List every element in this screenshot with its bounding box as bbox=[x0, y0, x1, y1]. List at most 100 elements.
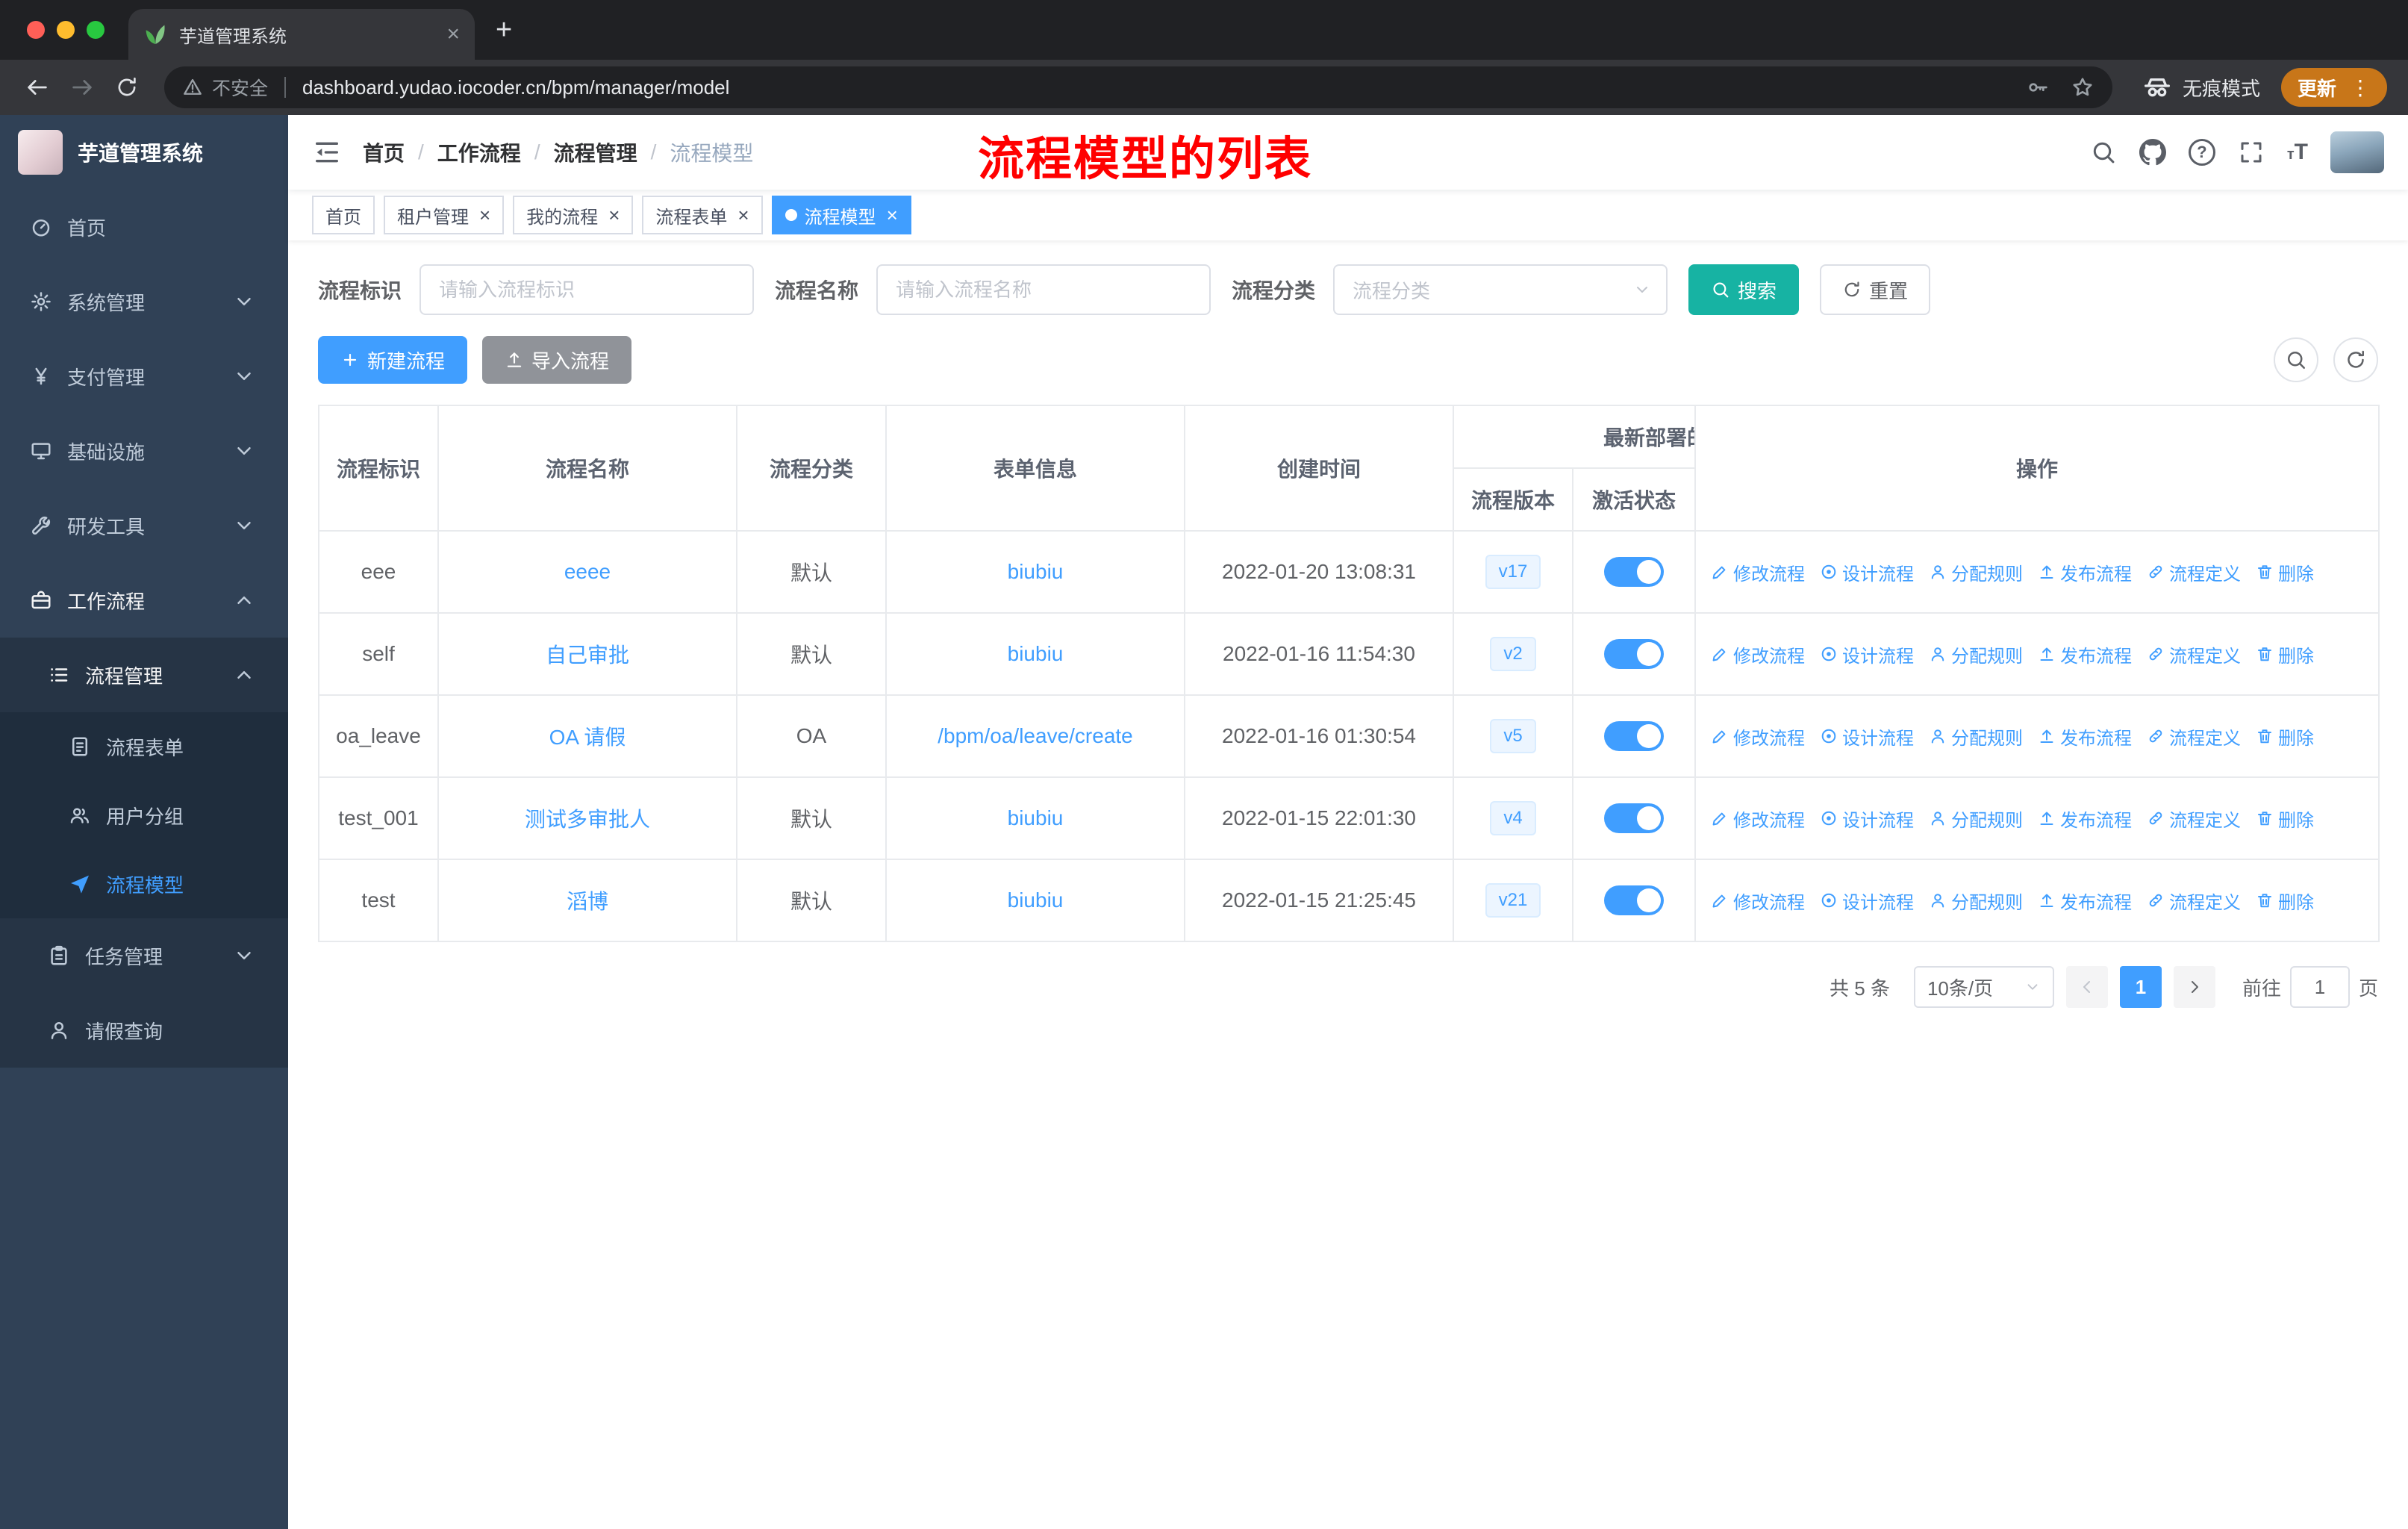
form-info-link[interactable]: biubiu bbox=[1008, 888, 1064, 912]
publish-link[interactable]: 发布流程 bbox=[2038, 806, 2132, 832]
tag-process-form[interactable]: 流程表单 × bbox=[642, 196, 763, 234]
definition-link[interactable]: 流程定义 bbox=[2147, 723, 2241, 750]
delete-link[interactable]: 删除 bbox=[2256, 723, 2314, 750]
assign-link[interactable]: 分配规则 bbox=[1929, 559, 2023, 585]
tag-tenant[interactable]: 租户管理 × bbox=[384, 196, 505, 234]
active-toggle[interactable] bbox=[1604, 803, 1664, 833]
page-size-select[interactable]: 10条/页 bbox=[1913, 966, 2054, 1008]
active-toggle[interactable] bbox=[1604, 721, 1664, 751]
font-size-icon[interactable]: тT bbox=[2287, 141, 2308, 164]
sidebar-item-task-mgmt[interactable]: 任务管理 bbox=[0, 918, 288, 993]
help-icon[interactable]: ? bbox=[2188, 139, 2215, 166]
goto-page-input[interactable] bbox=[2289, 966, 2350, 1008]
design-link[interactable]: 设计流程 bbox=[1820, 641, 1914, 667]
form-info-link[interactable]: biubiu bbox=[1008, 806, 1064, 829]
browser-menu-icon[interactable]: ⋮ bbox=[2350, 75, 2371, 100]
new-tab-button[interactable]: + bbox=[496, 16, 512, 44]
process-name-link[interactable]: 自己审批 bbox=[546, 644, 629, 667]
search-button[interactable]: 搜索 bbox=[1688, 264, 1800, 315]
sidebar-item-home[interactable]: 首页 bbox=[0, 190, 288, 264]
assign-link[interactable]: 分配规则 bbox=[1929, 641, 2023, 667]
tag-my-process[interactable]: 我的流程 × bbox=[513, 196, 634, 234]
next-page-button[interactable] bbox=[2173, 966, 2215, 1008]
sidebar-toggle-icon[interactable] bbox=[312, 137, 342, 167]
form-info-link[interactable]: biubiu bbox=[1008, 560, 1064, 583]
category-select[interactable]: 流程分类 bbox=[1333, 264, 1668, 315]
breadcrumb-item[interactable]: 首页 bbox=[363, 137, 405, 167]
assign-link[interactable]: 分配规则 bbox=[1929, 888, 2023, 914]
forward-button[interactable] bbox=[60, 65, 105, 110]
create-process-button[interactable]: 新建流程 bbox=[318, 336, 468, 384]
design-link[interactable]: 设计流程 bbox=[1820, 888, 1914, 914]
design-link[interactable]: 设计流程 bbox=[1820, 559, 1914, 585]
close-icon[interactable]: × bbox=[479, 205, 490, 225]
browser-tab[interactable]: 芋道管理系统 × bbox=[128, 9, 475, 60]
delete-link[interactable]: 删除 bbox=[2256, 559, 2314, 585]
delete-link[interactable]: 删除 bbox=[2256, 806, 2314, 832]
window-minimize-button[interactable] bbox=[57, 21, 75, 39]
window-close-button[interactable] bbox=[27, 21, 45, 39]
sidebar-item-infra[interactable]: 基础设施 bbox=[0, 414, 288, 488]
tag-home[interactable]: 首页 bbox=[312, 196, 375, 234]
sidebar-item-payment[interactable]: 支付管理 bbox=[0, 339, 288, 414]
user-avatar[interactable] bbox=[2330, 131, 2384, 173]
form-info-link[interactable]: biubiu bbox=[1008, 642, 1064, 665]
close-icon[interactable]: × bbox=[887, 205, 898, 225]
sidebar-item-devtools[interactable]: 研发工具 bbox=[0, 488, 288, 563]
breadcrumb-item[interactable]: 工作流程 bbox=[437, 137, 521, 167]
delete-link[interactable]: 删除 bbox=[2256, 888, 2314, 914]
prev-page-button[interactable] bbox=[2065, 966, 2108, 1008]
reload-button[interactable] bbox=[105, 65, 149, 110]
assign-link[interactable]: 分配规则 bbox=[1929, 723, 2023, 750]
process-name-input[interactable] bbox=[876, 264, 1211, 315]
tab-close-icon[interactable]: × bbox=[446, 23, 460, 46]
design-link[interactable]: 设计流程 bbox=[1820, 806, 1914, 832]
search-icon[interactable] bbox=[2090, 139, 2117, 166]
publish-link[interactable]: 发布流程 bbox=[2038, 888, 2132, 914]
active-toggle[interactable] bbox=[1604, 639, 1664, 669]
process-name-link[interactable]: 滔博 bbox=[567, 890, 608, 913]
back-button[interactable] bbox=[15, 65, 60, 110]
sidebar-item-leave-query[interactable]: 请假查询 bbox=[0, 993, 288, 1068]
page-1-button[interactable]: 1 bbox=[2119, 966, 2162, 1008]
sidebar-item-process-form[interactable]: 流程表单 bbox=[0, 712, 288, 781]
window-zoom-button[interactable] bbox=[87, 21, 105, 39]
import-process-button[interactable]: 导入流程 bbox=[482, 336, 632, 384]
sidebar-item-process-mgmt[interactable]: 流程管理 bbox=[0, 638, 288, 712]
process-name-link[interactable]: OA 请假 bbox=[549, 726, 626, 749]
sidebar-item-system[interactable]: 系统管理 bbox=[0, 264, 288, 339]
refresh-table-button[interactable] bbox=[2333, 337, 2378, 382]
process-key-input[interactable] bbox=[419, 264, 755, 315]
publish-link[interactable]: 发布流程 bbox=[2038, 641, 2132, 667]
github-icon[interactable] bbox=[2139, 139, 2166, 166]
app-logo[interactable]: 芋道管理系统 bbox=[0, 115, 288, 190]
definition-link[interactable]: 流程定义 bbox=[2147, 806, 2241, 832]
edit-link[interactable]: 修改流程 bbox=[1711, 723, 1805, 750]
definition-link[interactable]: 流程定义 bbox=[2147, 888, 2241, 914]
sidebar-item-workflow[interactable]: 工作流程 bbox=[0, 563, 288, 638]
edit-link[interactable]: 修改流程 bbox=[1711, 559, 1805, 585]
breadcrumb-item[interactable]: 流程管理 bbox=[554, 137, 637, 167]
address-bar[interactable]: 不安全 dashboard.yudao.iocoder.cn/bpm/manag… bbox=[164, 66, 2112, 108]
close-icon[interactable]: × bbox=[608, 205, 620, 225]
edit-link[interactable]: 修改流程 bbox=[1711, 888, 1805, 914]
active-toggle[interactable] bbox=[1604, 885, 1664, 915]
bookmark-star-icon[interactable] bbox=[2071, 75, 2094, 99]
definition-link[interactable]: 流程定义 bbox=[2147, 559, 2241, 585]
password-key-icon[interactable] bbox=[2026, 75, 2050, 99]
show-search-button[interactable] bbox=[2274, 337, 2318, 382]
process-name-link[interactable]: 测试多审批人 bbox=[525, 808, 650, 831]
sidebar-item-user-group[interactable]: 用户分组 bbox=[0, 781, 288, 850]
form-info-link[interactable]: /bpm/oa/leave/create bbox=[938, 724, 1133, 747]
assign-link[interactable]: 分配规则 bbox=[1929, 806, 2023, 832]
design-link[interactable]: 设计流程 bbox=[1820, 723, 1914, 750]
edit-link[interactable]: 修改流程 bbox=[1711, 641, 1805, 667]
update-button[interactable]: 更新 ⋮ bbox=[2280, 68, 2387, 107]
active-toggle[interactable] bbox=[1604, 557, 1664, 587]
process-name-link[interactable]: eeee bbox=[564, 560, 611, 583]
edit-link[interactable]: 修改流程 bbox=[1711, 806, 1805, 832]
fullscreen-icon[interactable] bbox=[2238, 139, 2265, 166]
tag-process-model[interactable]: 流程模型 × bbox=[771, 196, 911, 234]
reset-button[interactable]: 重置 bbox=[1820, 264, 1931, 315]
publish-link[interactable]: 发布流程 bbox=[2038, 559, 2132, 585]
